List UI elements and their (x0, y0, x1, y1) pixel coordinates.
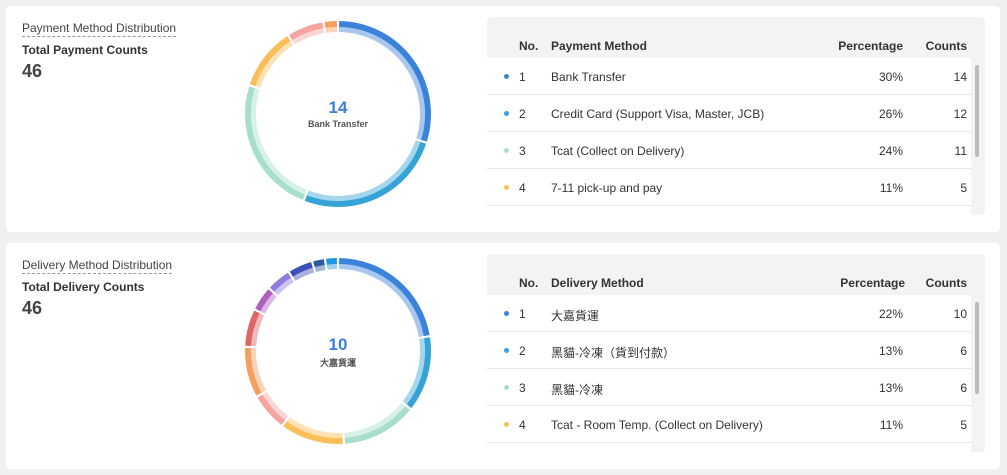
total-payment-label: Total Payment Counts (22, 43, 148, 57)
total-payment-value: 46 (22, 61, 43, 81)
row-count: 5 (960, 181, 967, 195)
payment-dot-3 (504, 148, 509, 153)
payment-dot-2 (504, 111, 509, 116)
payment-table-header: No. Payment Method Percentage Counts (487, 17, 985, 58)
delivery-dot-1 (504, 311, 509, 316)
payment-dot-1 (504, 74, 509, 79)
delivery-donut-segment-11[interactable] (313, 259, 326, 272)
delivery-donut-segment-5[interactable] (257, 392, 289, 425)
delivery-table-scrollbar[interactable] (975, 302, 979, 394)
payment-donut-segment-4[interactable] (249, 36, 294, 88)
table-row[interactable]: 1 Bank Transfer 30% 14 (487, 58, 971, 95)
row-no: 4 (519, 418, 526, 432)
header-counts: Counts (925, 39, 967, 53)
delivery-method-card: Delivery Method Distribution Total Deliv… (6, 243, 1000, 469)
row-count: 6 (960, 381, 967, 395)
payment-table: No. Payment Method Percentage Counts 1 B… (487, 17, 985, 215)
delivery-table-header: No. Delivery Method Percentage Counts (487, 254, 985, 295)
row-no: 1 (519, 70, 526, 84)
delivery-donut-segment-4[interactable] (283, 417, 343, 444)
delivery-donut-segment-1[interactable] (338, 258, 430, 337)
delivery-dot-4 (504, 422, 509, 427)
payment-method-card: Payment Method Distribution Total Paymen… (6, 6, 1000, 232)
row-no: 3 (519, 144, 526, 158)
row-count: 14 (953, 70, 967, 84)
header-counts: Counts (925, 276, 967, 290)
row-percentage: 13% (878, 381, 903, 395)
row-percentage: 11% (879, 181, 903, 195)
row-name: 黑貓-冷凍 (551, 383, 603, 397)
payment-dot-4 (504, 185, 509, 190)
row-count: 6 (960, 344, 967, 358)
row-name: 大嘉貨運 (551, 309, 600, 323)
delivery-card-title[interactable]: Delivery Method Distribution (22, 258, 173, 274)
row-count: 11 (954, 144, 967, 158)
row-name: Tcat (Collect on Delivery) (551, 144, 685, 158)
table-row[interactable]: 3 黑貓-冷凍 13% 6 (487, 369, 971, 406)
delivery-dot-2 (504, 348, 509, 353)
payment-donut-center-label: Bank Transfer (307, 119, 369, 129)
row-count: 5 (960, 418, 967, 432)
table-row[interactable]: 1 大嘉貨運 22% 10 (487, 295, 971, 332)
row-percentage: 26% (878, 107, 903, 121)
row-no: 1 (519, 307, 526, 321)
payment-donut-segment-5[interactable] (289, 22, 325, 45)
delivery-donut-center-value: 10 (328, 335, 348, 354)
header-percentage: Percentage (838, 39, 903, 53)
row-count: 12 (953, 107, 967, 121)
row-percentage: 24% (878, 144, 903, 158)
total-delivery-label: Total Delivery Counts (22, 280, 145, 294)
row-name: Bank Transfer (551, 70, 626, 84)
delivery-dot-3 (504, 385, 509, 390)
payment-table-body[interactable]: 1 Bank Transfer 30% 14 2 Credit Card (Su… (487, 58, 971, 215)
delivery-donut-segment-12[interactable] (326, 258, 338, 270)
payment-card-title[interactable]: Payment Method Distribution (22, 21, 177, 37)
row-no: 4 (519, 181, 526, 195)
header-delivery-method: Delivery Method (551, 276, 644, 290)
payment-table-scrollbar[interactable] (975, 65, 979, 157)
delivery-donut-segment-9[interactable] (269, 272, 294, 296)
row-name: 7-11 pick-up and pay (551, 181, 663, 195)
row-no: 3 (519, 381, 526, 395)
row-percentage: 22% (878, 307, 903, 321)
row-percentage: 30% (878, 70, 903, 84)
payment-donut-segment-2[interactable] (304, 140, 427, 207)
header-no: No. (519, 39, 539, 53)
row-name: Tcat - Room Temp. (Collect on Delivery) (551, 418, 763, 432)
row-no: 2 (519, 344, 526, 358)
table-row[interactable]: 4 7-11 pick-up and pay 11% 5 (487, 169, 971, 206)
header-percentage: Percentage (840, 276, 905, 290)
delivery-donut-segment-8[interactable] (255, 289, 277, 314)
delivery-table: No. Delivery Method Percentage Counts 1 … (487, 254, 985, 452)
delivery-donut-center-label: 大嘉貨運 (319, 358, 356, 368)
payment-donut-center-value: 14 (328, 98, 348, 117)
table-row[interactable]: 3 Tcat (Collect on Delivery) 24% 11 (487, 132, 971, 169)
payment-donut-segment-6[interactable] (324, 21, 338, 33)
header-no: No. (519, 276, 539, 290)
row-percentage: 11% (879, 418, 903, 432)
row-no: 2 (519, 107, 526, 121)
row-percentage: 13% (878, 344, 903, 358)
delivery-donut-segment-10[interactable] (289, 261, 315, 281)
row-name: Credit Card (Support Visa, Master, JCB) (551, 107, 765, 121)
total-delivery-value: 46 (22, 298, 43, 318)
row-name: 黑貓-冷凍（貨到付款） (551, 346, 675, 360)
table-row[interactable]: 2 Credit Card (Support Visa, Master, JCB… (487, 95, 971, 132)
table-row[interactable]: 2 黑貓-冷凍（貨到付款） 13% 6 (487, 332, 971, 369)
row-count: 10 (953, 307, 967, 321)
delivery-donut-segment-3[interactable] (344, 402, 411, 444)
delivery-table-body[interactable]: 1 大嘉貨運 22% 10 2 黑貓-冷凍（貨到付款） 13% 6 3 黑貓-冷… (487, 295, 971, 452)
header-payment-method: Payment Method (551, 39, 648, 53)
table-row[interactable]: 4 Tcat - Room Temp. (Collect on Delivery… (487, 406, 971, 443)
